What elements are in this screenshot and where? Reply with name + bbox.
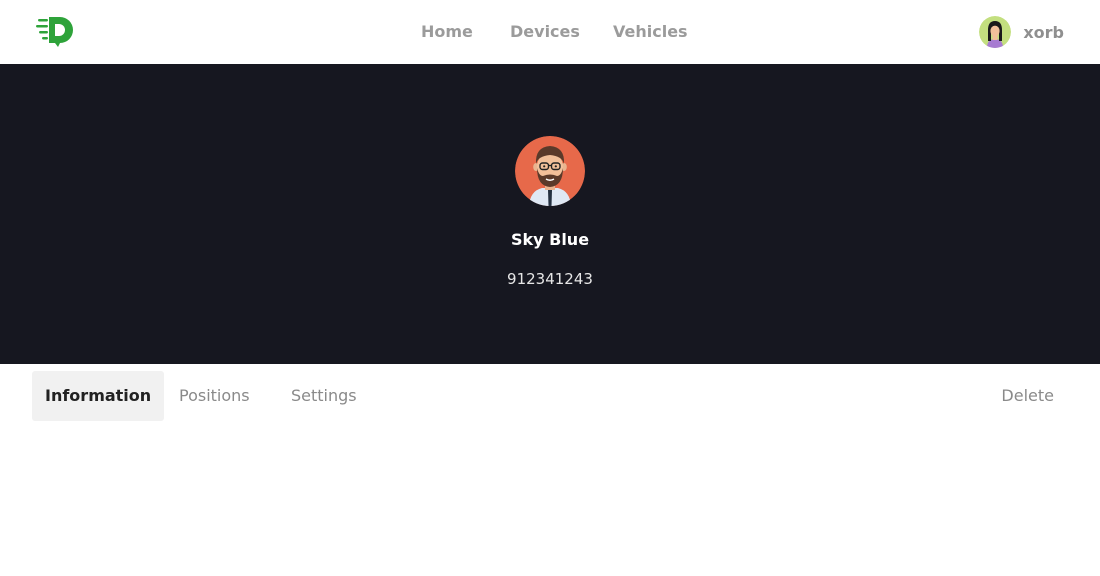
user-avatar: [979, 16, 1012, 48]
nav-devices-link[interactable]: Devices: [510, 22, 580, 42]
top-navbar: Home Devices Vehicles xorb: [0, 0, 1100, 64]
nav-home-link[interactable]: Home: [421, 22, 473, 42]
app-logo-icon[interactable]: [36, 14, 76, 50]
device-avatar: [515, 136, 585, 206]
device-name: Sky Blue: [510, 230, 590, 249]
device-tabs: Information Positions Settings Delete: [0, 364, 1100, 428]
tab-information[interactable]: Information: [32, 371, 165, 421]
delete-button[interactable]: Delete: [987, 371, 1068, 421]
tab-positions[interactable]: Positions: [166, 371, 263, 421]
tab-settings[interactable]: Settings: [278, 371, 370, 421]
tab-content-area: [0, 428, 1100, 576]
user-name: xorb: [1023, 22, 1064, 42]
device-id: 912341243: [507, 270, 593, 288]
device-header: Sky Blue 912341243: [0, 64, 1100, 364]
nav-vehicles-link[interactable]: Vehicles: [613, 22, 688, 42]
user-menu[interactable]: xorb: [979, 16, 1064, 48]
